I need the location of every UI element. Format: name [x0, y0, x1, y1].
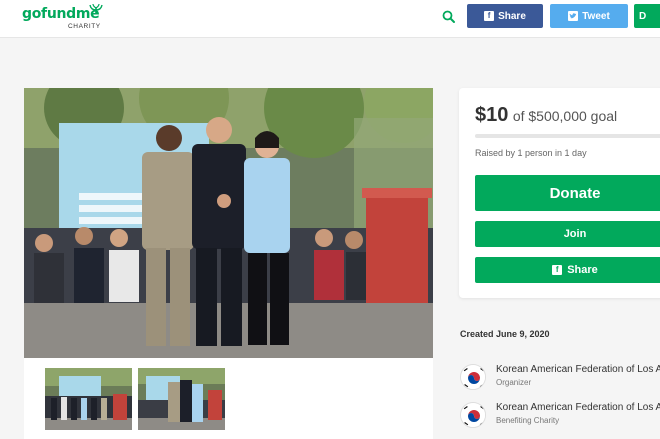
thumbnail-2[interactable]: [138, 368, 225, 430]
progress-bar: [475, 134, 660, 138]
share-label: Share: [567, 264, 598, 276]
header-donate-button[interactable]: D: [634, 4, 660, 28]
donate-label: Donate: [549, 184, 601, 202]
join-button[interactable]: Join: [475, 221, 660, 247]
thumbnail-1[interactable]: [45, 368, 132, 430]
gofundme-charity-logo[interactable]: gofundme CHARITY: [22, 4, 103, 33]
sprout-icon: [89, 4, 103, 14]
korean-flag-avatar: [460, 364, 486, 390]
raised-amount: $10: [475, 104, 509, 126]
top-header: gofundme CHARITY f Share Tweet D: [0, 0, 660, 38]
share-button[interactable]: f Share: [475, 257, 660, 283]
donate-button[interactable]: Donate: [475, 175, 660, 211]
goal-text: of $500,000 goal: [512, 108, 618, 124]
join-label: Join: [563, 228, 587, 240]
photo-thumbnail-strip: [24, 358, 433, 439]
facebook-icon: f: [552, 265, 563, 275]
donation-card: $10 of $500,000 goal Raised by 1 person …: [459, 88, 660, 298]
organizer-role: Organizer: [496, 378, 532, 387]
korean-flag-avatar: [460, 402, 486, 428]
amount-raised: $10 of $500,000 goal: [475, 104, 617, 127]
created-date: Created June 9, 2020: [460, 329, 550, 339]
twitter-icon: [568, 11, 579, 21]
facebook-share-label: Share: [498, 10, 526, 22]
facebook-icon: f: [484, 11, 495, 21]
beneficiary-role: Benefiting Charity: [496, 416, 560, 425]
beneficiary-name[interactable]: Korean American Federation of Los An: [496, 402, 660, 413]
tweet-button[interactable]: Tweet: [550, 4, 628, 28]
facebook-share-button[interactable]: f Share: [467, 4, 543, 28]
organizer-name[interactable]: Korean American Federation of Los An: [496, 364, 660, 375]
search-icon[interactable]: [441, 9, 457, 25]
beneficiary-row[interactable]: Korean American Federation of Los An Ben…: [460, 400, 660, 430]
tweet-label: Tweet: [582, 10, 610, 22]
main-campaign-photo[interactable]: [24, 88, 433, 358]
organizer-row[interactable]: Korean American Federation of Los An Org…: [460, 362, 660, 392]
raised-by-text: Raised by 1 person in 1 day: [475, 148, 587, 158]
header-donate-label: D: [639, 10, 647, 22]
logo-subtitle: CHARITY: [68, 23, 101, 30]
